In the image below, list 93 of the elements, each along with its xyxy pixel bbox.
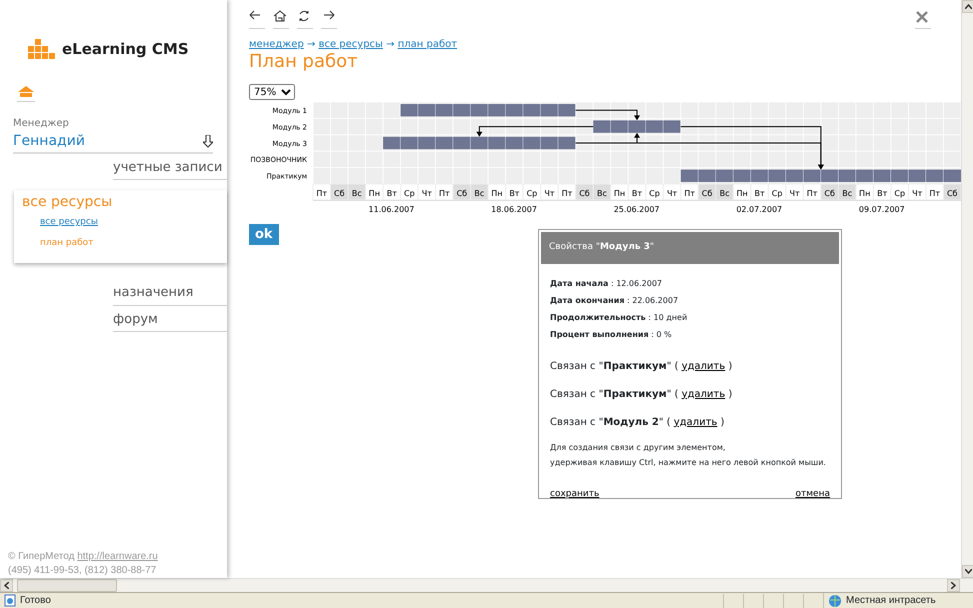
caret-icon	[964, 569, 972, 574]
zone-text: Местная интрасеть	[846, 594, 936, 608]
week-date: 11.06.2007	[368, 204, 414, 214]
day-header: Сб	[330, 183, 349, 200]
day-header: Пт	[802, 183, 822, 200]
caret-icon	[4, 582, 9, 590]
day-header: Пт	[925, 183, 944, 200]
day-header: Вт	[382, 183, 402, 200]
scroll-thumb[interactable]	[17, 579, 117, 592]
day-header: Ср	[890, 183, 909, 200]
home-icon[interactable]	[273, 10, 287, 22]
delete-link[interactable]: удалить	[674, 416, 718, 428]
day-header: Сб	[698, 183, 716, 200]
scroll-left-button[interactable]	[0, 579, 13, 592]
breadcrumb-link[interactable]: план работ	[398, 39, 458, 50]
day-header: Пн	[855, 183, 874, 200]
day-header: Пт	[558, 183, 576, 200]
property-text: Процент выполнения : 0 %	[550, 328, 673, 340]
breadcrumb-separator: →	[306, 39, 316, 50]
save-link[interactable]: сохранить	[550, 488, 600, 501]
menu-item[interactable]: назначения	[113, 279, 227, 306]
delete-link[interactable]: удалить	[682, 388, 726, 400]
close-icon[interactable]	[915, 10, 929, 24]
day-header: Вт	[872, 183, 892, 200]
day-header: Вс	[470, 183, 489, 200]
day-header: Ср	[522, 183, 542, 200]
property-text: Дата начала : 12.06.2007	[550, 278, 664, 290]
week-date: 25.06.2007	[614, 204, 660, 214]
week-date: 02.07.2007	[736, 204, 782, 214]
link-text: Связан с "Практикум" ( удалить )	[550, 360, 734, 374]
role-label: Менеджер	[13, 116, 70, 130]
day-header: Вс	[348, 183, 366, 200]
day-header: Чт	[540, 183, 559, 200]
day-header: Сб	[575, 183, 594, 200]
day-header: Вс	[838, 183, 856, 200]
breadcrumb-separator: →	[385, 39, 396, 50]
property-text: Дата окончания : 22.06.2007	[550, 294, 680, 306]
day-header: Пн	[365, 183, 384, 200]
link-text: Связан с "Практикум" ( удалить )	[550, 388, 734, 402]
dialog-title: Свойства "Модуль 3"	[541, 232, 839, 264]
day-header: Пт	[312, 183, 332, 200]
forward-arrow-icon[interactable]	[321, 10, 335, 22]
back-arrow-icon[interactable]	[249, 10, 263, 22]
day-header: Вт	[628, 183, 646, 200]
globe-icon	[828, 594, 842, 608]
copyright-text: © ГиперМетод	[8, 551, 76, 562]
delete-link[interactable]: удалить	[682, 360, 726, 372]
day-header: Вс	[592, 183, 612, 200]
week-date: 09.07.2007	[858, 204, 905, 214]
link-text: Связан с "Модуль 2" ( удалить )	[550, 416, 726, 430]
day-header: Вт	[750, 183, 769, 200]
day-header: Пн	[732, 183, 752, 200]
page-icon	[4, 594, 16, 607]
menu-item[interactable]: форум	[113, 306, 227, 332]
user-name[interactable]: Геннадий	[13, 130, 85, 152]
cancel-link[interactable]: отмена	[796, 488, 830, 501]
phone-text: (495) 411-99-53, (812) 380-88-77	[8, 564, 158, 578]
breadcrumb-link[interactable]: все ресурсы	[318, 39, 383, 50]
hint-text: Для создания связи с другим элементом, удерживая клавишу Ctrl, нажмите на него левой кнопкой мыши.	[550, 442, 827, 469]
day-header: Пт	[680, 183, 699, 200]
day-header: Пн	[488, 183, 506, 200]
day-header: Чт	[662, 183, 682, 200]
day-header: Ср	[768, 183, 786, 200]
submenu-link[interactable]: все ресурсы	[40, 217, 98, 227]
property-text: Продолжительность : 10 дней	[550, 312, 688, 324]
scroll-up-button[interactable]	[962, 0, 973, 13]
day-header: Чт	[908, 183, 926, 200]
menu-item[interactable]: учетные записи	[113, 154, 227, 180]
logo-icon	[28, 39, 56, 60]
day-header: Сб	[452, 183, 472, 200]
breadcrumb-link[interactable]: менеджер	[249, 39, 304, 50]
day-header: Пн	[610, 183, 629, 200]
page-title: План работ	[249, 52, 359, 72]
day-header: Ср	[400, 183, 419, 200]
week-date: 18.06.2007	[491, 204, 537, 214]
day-header: Вт	[505, 183, 524, 200]
caret-icon	[964, 4, 972, 10]
day-header: Пт	[435, 183, 454, 200]
zoom-select[interactable]: 75%	[249, 84, 295, 100]
day-header: Вс	[715, 183, 734, 200]
logo-text: eLearning CMS	[62, 39, 189, 60]
day-header: Чт	[785, 183, 804, 200]
day-header: Чт	[418, 183, 436, 200]
day-header: Сб	[820, 183, 839, 200]
ok-button[interactable]: ok	[249, 224, 279, 245]
day-header: Сб	[942, 183, 961, 200]
scroll-right-button[interactable]	[947, 579, 960, 592]
day-header: Ср	[645, 183, 664, 200]
refresh-icon[interactable]	[297, 10, 311, 22]
caret-icon	[951, 582, 956, 590]
status-text: Готово	[20, 594, 51, 608]
scroll-down-button[interactable]	[962, 565, 973, 578]
down-arrow-icon[interactable]	[203, 134, 213, 148]
